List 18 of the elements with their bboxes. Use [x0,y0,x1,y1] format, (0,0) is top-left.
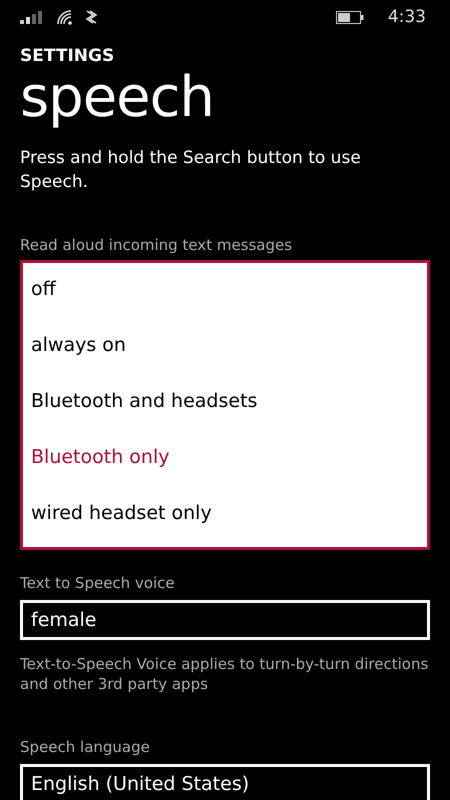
page-title: speech [20,66,215,130]
battery-icon [336,10,364,24]
clock-time: 4:33 [388,7,426,27]
option-item[interactable]: wired headset only [23,489,427,545]
option-item[interactable]: Bluetooth and headsets [23,377,427,433]
dropdown-field[interactable]: female [20,600,430,640]
dropdown-field[interactable]: English (United States) [20,764,430,800]
wifi-icon [56,9,74,25]
section-title: SETTINGS [20,46,116,66]
option-item[interactable]: always on [23,321,427,377]
option-item[interactable]: off [23,265,427,321]
description-text: Press and hold the Search button to use Speech. [20,147,362,194]
setting-label: Read aloud incoming text messages [20,236,294,254]
help-text: Text-to-Speech Voice applies to turn-by-turn directions and other 3rd party apps [20,654,430,694]
vibrate-icon [84,9,98,25]
setting-label: Speech language [20,738,151,756]
setting-label: Text to Speech voice [20,574,176,592]
option-item[interactable]: Bluetooth only [23,433,427,489]
